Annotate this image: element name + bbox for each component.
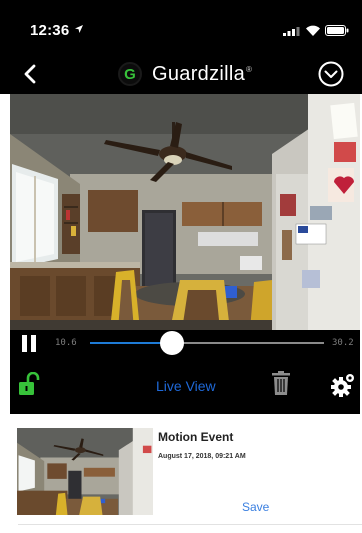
playback-end-time: 30.2	[332, 338, 354, 348]
playback-thumb[interactable]	[159, 331, 184, 355]
cellular-signal-icon	[283, 27, 300, 36]
playback-scrubber: 10.6 30.2	[10, 330, 360, 356]
playback-start-time: 10.6	[55, 338, 77, 348]
logo-wordmark: Guardzilla	[152, 62, 246, 85]
wifi-icon	[306, 25, 320, 36]
save-event-button[interactable]: Save	[242, 500, 269, 514]
location-arrow-icon	[75, 25, 83, 33]
event-thumbnail-image	[17, 428, 153, 515]
trash-icon[interactable]	[272, 371, 290, 395]
nav-bar: G Guardzilla®	[0, 54, 362, 94]
logo-letter: G	[124, 65, 136, 83]
status-time: 12:36	[30, 22, 70, 39]
logo-badge: G	[118, 62, 142, 86]
gear-icon[interactable]	[330, 372, 356, 398]
list-divider	[18, 524, 362, 525]
event-timestamp: August 17, 2018, 09:21 AM	[158, 453, 246, 460]
back-chevron-icon[interactable]	[20, 63, 42, 85]
guardzilla-logo: G Guardzilla®	[118, 60, 252, 88]
battery-icon	[325, 25, 349, 36]
event-thumbnail	[17, 428, 153, 515]
unlock-icon[interactable]	[18, 372, 40, 396]
camera-scene-image	[10, 94, 360, 330]
playback-track[interactable]	[90, 331, 324, 355]
camera-control-bar: Live View	[10, 356, 360, 414]
app-screen: 12:36 G Guardzilla® 10.6 30.2 Live View …	[0, 0, 362, 533]
logo-trademark: ®	[246, 64, 253, 74]
logo-text: Guardzilla®	[152, 63, 252, 86]
pause-icon[interactable]	[20, 335, 38, 352]
event-list-item[interactable]: Motion Event August 17, 2018, 09:21 AM S…	[10, 414, 362, 524]
event-list: Motion Event August 17, 2018, 09:21 AM S…	[10, 414, 362, 533]
status-bar: 12:36	[0, 0, 362, 54]
chevron-down-circle-icon[interactable]	[318, 61, 344, 87]
camera-video-feed[interactable]	[10, 94, 360, 330]
event-title: Motion Event	[158, 430, 234, 444]
live-view-button[interactable]: Live View	[156, 378, 216, 394]
